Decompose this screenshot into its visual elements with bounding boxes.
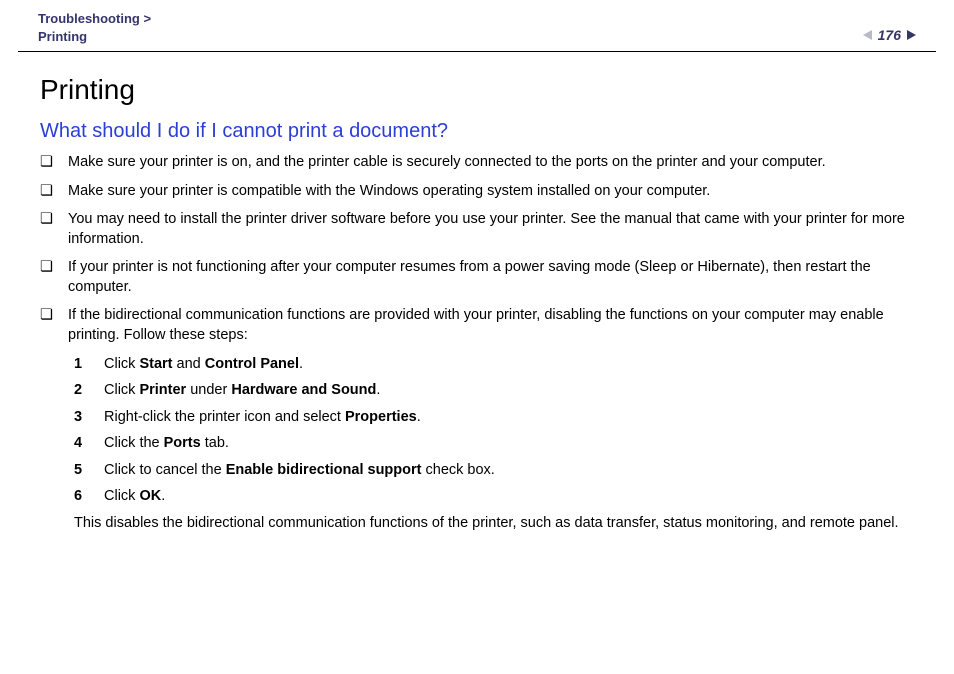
prev-page-icon[interactable]: [863, 30, 872, 40]
bullet-icon: ❏: [40, 258, 54, 297]
page-title: Printing: [40, 74, 918, 106]
bullet-list: ❏ Make sure your printer is on, and the …: [40, 153, 918, 346]
bullet-icon: ❏: [40, 306, 54, 345]
steps-list: 1 Click Start and Control Panel. 2 Click…: [74, 355, 918, 507]
step-number: 4: [74, 434, 88, 454]
list-item: ❏ You may need to install the printer dr…: [40, 210, 918, 249]
step-item: 5 Click to cancel the Enable bidirection…: [74, 461, 918, 481]
page-header: Troubleshooting > Printing 176: [0, 0, 954, 51]
step-text: Click to cancel the Enable bidirectional…: [104, 461, 918, 481]
step-item: 4 Click the Ports tab.: [74, 434, 918, 454]
step-item: 2 Click Printer under Hardware and Sound…: [74, 381, 918, 401]
breadcrumb: Troubleshooting > Printing: [38, 10, 151, 45]
bullet-text: If your printer is not functioning after…: [68, 258, 918, 297]
step-number: 3: [74, 408, 88, 428]
list-item: ❏ Make sure your printer is compatible w…: [40, 182, 918, 202]
step-number: 6: [74, 487, 88, 507]
page-number: 176: [876, 27, 903, 43]
list-item: ❏ If your printer is not functioning aft…: [40, 258, 918, 297]
breadcrumb-separator: >: [143, 11, 151, 26]
bullet-text: Make sure your printer is compatible wit…: [68, 182, 918, 202]
after-steps-note: This disables the bidirectional communic…: [74, 514, 918, 534]
step-number: 2: [74, 381, 88, 401]
step-item: 6 Click OK.: [74, 487, 918, 507]
page: Troubleshooting > Printing 176 Printing …: [0, 0, 954, 674]
section-heading: What should I do if I cannot print a doc…: [40, 120, 918, 143]
step-item: 1 Click Start and Control Panel.: [74, 355, 918, 375]
breadcrumb-bottom[interactable]: Printing: [38, 29, 87, 44]
step-number: 1: [74, 355, 88, 375]
list-item: ❏ If the bidirectional communication fun…: [40, 306, 918, 345]
step-text: Right-click the printer icon and select …: [104, 408, 918, 428]
step-item: 3 Right-click the printer icon and selec…: [74, 408, 918, 428]
step-text: Click Printer under Hardware and Sound.: [104, 381, 918, 401]
breadcrumb-top[interactable]: Troubleshooting: [38, 11, 140, 26]
bullet-icon: ❏: [40, 153, 54, 173]
next-page-icon[interactable]: [907, 30, 916, 40]
content-area: Printing What should I do if I cannot pr…: [0, 52, 954, 533]
bullet-icon: ❏: [40, 182, 54, 202]
step-text: Click Start and Control Panel.: [104, 355, 918, 375]
page-number-nav: 176: [863, 27, 916, 45]
step-number: 5: [74, 461, 88, 481]
bullet-text: You may need to install the printer driv…: [68, 210, 918, 249]
step-text: Click OK.: [104, 487, 918, 507]
bullet-icon: ❏: [40, 210, 54, 249]
step-text: Click the Ports tab.: [104, 434, 918, 454]
bullet-text: Make sure your printer is on, and the pr…: [68, 153, 918, 173]
bullet-text: If the bidirectional communication funct…: [68, 306, 918, 345]
list-item: ❏ Make sure your printer is on, and the …: [40, 153, 918, 173]
